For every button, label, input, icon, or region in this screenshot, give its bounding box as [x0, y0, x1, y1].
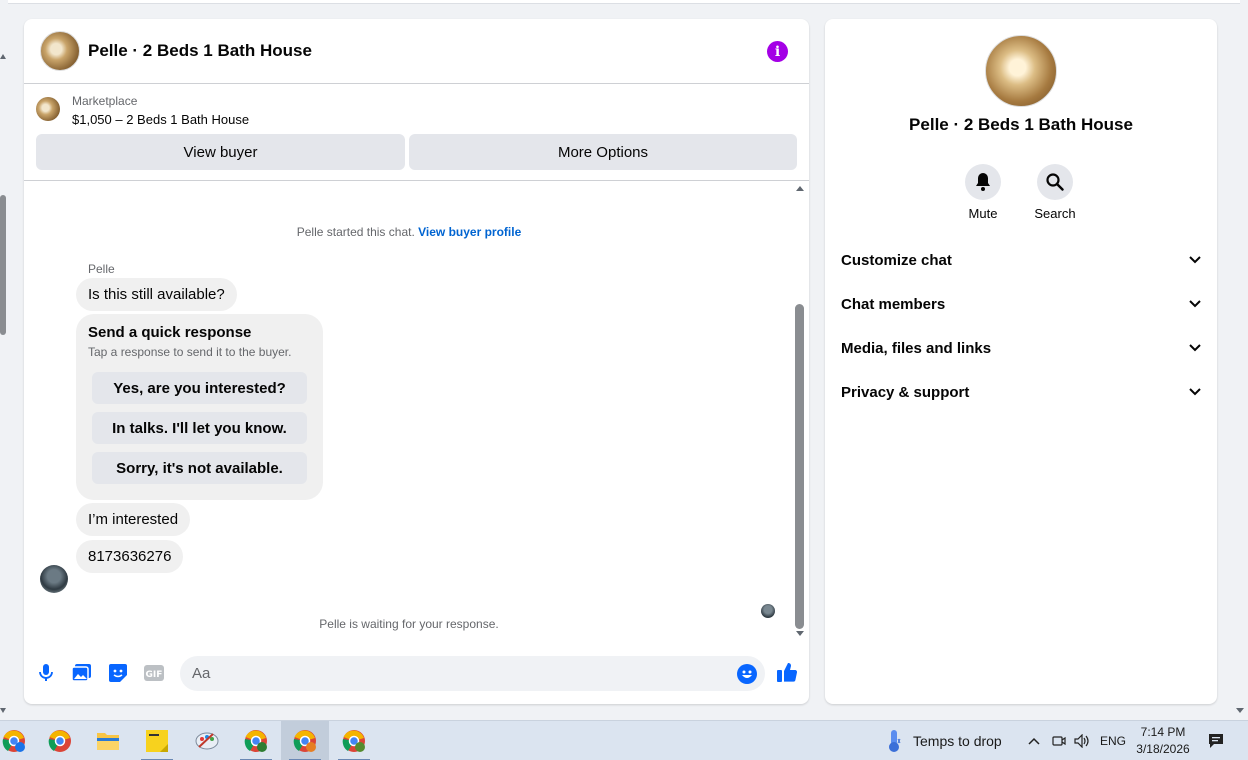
chevron-up-icon[interactable]	[1022, 721, 1046, 760]
sticker-icon[interactable]	[108, 663, 128, 683]
message-bubble[interactable]: 8173636276	[76, 540, 184, 573]
message-input[interactable]	[192, 656, 722, 691]
bell-icon[interactable]	[965, 164, 1001, 200]
sender-avatar[interactable]	[40, 565, 68, 593]
message-scrollbar[interactable]	[794, 186, 805, 636]
chat-info-panel: Pelle · 2 Beds 1 Bath House Mute Search …	[825, 19, 1217, 704]
chevron-down-icon	[1189, 256, 1201, 264]
camera-meet-icon[interactable]	[1048, 721, 1070, 760]
chat-started-note: Pelle started this chat. View buyer prof…	[24, 225, 794, 239]
marketplace-listing[interactable]: Marketplace $1,050 – 2 Beds 1 Bath House	[36, 94, 249, 129]
chevron-down-icon	[1189, 344, 1201, 352]
clock-date: 3/18/2026	[1136, 742, 1190, 756]
view-buyer-button[interactable]: View buyer	[36, 134, 405, 170]
taskbar-app-file-explorer-icon[interactable]	[84, 721, 132, 760]
search-icon[interactable]	[1037, 164, 1073, 200]
listing-thumbnail	[36, 97, 60, 121]
section-media-files-links[interactable]: Media, files and links	[841, 326, 1201, 370]
marketplace-label: Marketplace	[72, 94, 138, 108]
search-action[interactable]: Search	[1025, 164, 1085, 221]
chat-started-text: Pelle started this chat.	[296, 225, 415, 239]
more-options-button[interactable]: More Options	[409, 134, 797, 170]
page-scroll-down-icon[interactable]	[0, 708, 6, 713]
quick-response-card: Send a quick response Tap a response to …	[76, 314, 323, 500]
listing-avatar[interactable]	[40, 31, 80, 71]
section-label: Privacy & support	[841, 383, 970, 401]
taskbar-app-sticky-notes-icon[interactable]	[133, 721, 181, 760]
taskbar-app-chrome-profile-icon[interactable]	[0, 721, 38, 760]
chevron-down-icon	[1189, 300, 1201, 308]
waiting-note: Pelle is waiting for your response.	[319, 617, 499, 631]
emoji-icon[interactable]	[737, 664, 757, 689]
scrollbar-thumb[interactable]	[795, 304, 804, 629]
taskbar-app-chrome-icon[interactable]	[36, 721, 84, 760]
message-bubble[interactable]: I’m interested	[76, 503, 191, 536]
windows-taskbar: Temps to drop ENG 7:14 PM 3/18/2026	[0, 720, 1248, 760]
listing-actions: View buyer More Options	[36, 134, 797, 170]
quick-response-subtitle: Tap a response to send it to the buyer.	[88, 345, 292, 359]
section-label: Chat members	[841, 295, 946, 313]
chat-header: Pelle · 2 Beds 1 Bath House i	[24, 19, 809, 84]
speaker-icon[interactable]	[1070, 721, 1094, 760]
info-icon[interactable]: i	[767, 41, 788, 62]
section-label: Media, files and links	[841, 339, 992, 357]
read-receipt-avatar	[761, 604, 775, 618]
scroll-up-icon[interactable]	[796, 186, 804, 191]
taskbar-clock[interactable]: 7:14 PM 3/18/2026	[1128, 724, 1198, 758]
section-privacy-support[interactable]: Privacy & support	[841, 370, 1201, 414]
mute-label: Mute	[968, 206, 998, 221]
sender-name: Pelle	[88, 262, 115, 276]
quick-response-title: Send a quick response	[88, 324, 252, 341]
listing-price: $1,050 – 2 Beds 1 Bath House	[72, 112, 250, 127]
panel-scroll-down-icon[interactable]	[1236, 708, 1244, 713]
taskbar-app-paint-icon[interactable]	[183, 721, 231, 760]
thumbs-up-icon[interactable]	[776, 661, 798, 688]
message-bubble[interactable]: Is this still available?	[76, 278, 237, 311]
thermometer-icon[interactable]	[870, 721, 918, 760]
message-text: I’m interested	[88, 511, 179, 528]
taskbar-app-chrome-profile-2-icon[interactable]	[232, 721, 280, 760]
quick-response-option[interactable]: In talks. I'll let you know.	[92, 412, 307, 444]
language-indicator[interactable]: ENG	[1100, 734, 1126, 748]
search-label: Search	[1034, 206, 1076, 221]
message-input-container	[180, 656, 765, 691]
message-text: Is this still available?	[88, 286, 225, 303]
window-top-edge	[8, 0, 1240, 4]
listing-profile-photo[interactable]	[985, 35, 1057, 107]
message-composer: GIF	[24, 655, 809, 691]
chat-panel: Pelle · 2 Beds 1 Bath House i Marketplac…	[24, 19, 809, 704]
chevron-down-icon	[1189, 388, 1201, 396]
section-customize-chat[interactable]: Customize chat	[841, 238, 1201, 282]
info-panel-title: Pelle · 2 Beds 1 Bath House	[909, 115, 1133, 134]
message-list[interactable]: Pelle started this chat. View buyer prof…	[24, 181, 809, 641]
svg-text:GIF: GIF	[146, 670, 163, 680]
message-text: 8173636276	[88, 548, 172, 565]
notifications-icon[interactable]	[1200, 721, 1232, 760]
mute-action[interactable]: Mute	[953, 164, 1013, 221]
gif-icon[interactable]: GIF	[144, 663, 164, 683]
taskbar-app-chrome-profile-3-icon[interactable]	[281, 721, 329, 760]
microphone-icon[interactable]	[36, 663, 56, 683]
clock-time: 7:14 PM	[1140, 725, 1186, 739]
view-buyer-profile-link[interactable]: View buyer profile	[418, 225, 521, 239]
page-scrollbar-thumb[interactable]	[0, 195, 6, 335]
scroll-down-icon[interactable]	[796, 631, 804, 636]
taskbar-app-chrome-profile-4-icon[interactable]	[330, 721, 378, 760]
quick-response-option[interactable]: Yes, are you interested?	[92, 372, 307, 404]
quick-response-option[interactable]: Sorry, it's not available.	[92, 452, 307, 484]
page-scroll-up-icon[interactable]	[0, 54, 6, 59]
section-chat-members[interactable]: Chat members	[841, 282, 1201, 326]
photo-icon[interactable]	[72, 663, 92, 683]
chat-title[interactable]: Pelle · 2 Beds 1 Bath House	[88, 41, 312, 61]
weather-text[interactable]: Temps to drop	[913, 733, 1002, 749]
section-label: Customize chat	[841, 251, 952, 269]
